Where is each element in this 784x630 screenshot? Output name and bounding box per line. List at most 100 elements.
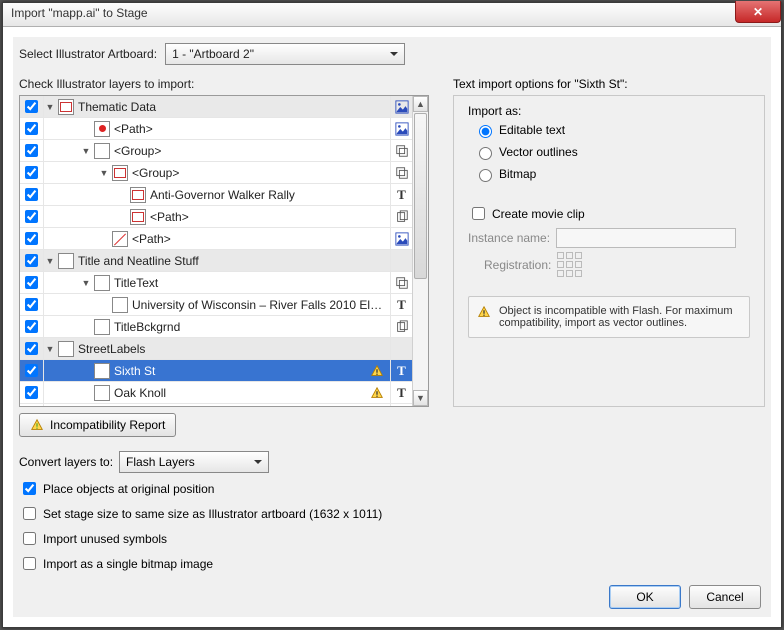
row-type-icon: T — [390, 382, 412, 403]
tree-row[interactable]: ▼ Title and Neatline Stuff — [20, 250, 412, 272]
artboard-dropdown[interactable]: 1 - "Artboard 2" — [165, 43, 405, 65]
tree-scrollbar[interactable]: ▲ ▼ — [412, 96, 428, 406]
row-type-icon — [390, 228, 412, 249]
row-type-icon — [390, 250, 412, 271]
row-content: Oak Knoll — [44, 382, 390, 403]
import-as-radios: Editable text Vector outlines Bitmap — [474, 122, 578, 182]
row-checkbox[interactable] — [25, 122, 38, 135]
layer-type-icon — [130, 209, 146, 225]
row-checkbox[interactable] — [25, 210, 38, 223]
radio-editable-text[interactable]: Editable text — [474, 122, 578, 138]
scroll-thumb[interactable] — [414, 113, 427, 279]
row-label: StreetLabels — [78, 342, 386, 356]
tree-row[interactable]: ▼ <Group> — [20, 162, 412, 184]
expander-icon — [80, 387, 92, 399]
convert-label: Convert layers to: — [19, 455, 113, 469]
layer-type-icon — [58, 341, 74, 357]
create-movie-clip-check[interactable] — [472, 207, 485, 220]
tree-row[interactable]: Third StT — [20, 404, 412, 406]
row-checkbox[interactable] — [25, 342, 38, 355]
warning-icon — [368, 386, 386, 400]
row-checkbox[interactable] — [25, 166, 38, 179]
opt-single-bitmap-check[interactable] — [23, 557, 36, 570]
row-label: Anti-Governor Walker Rally — [150, 188, 386, 202]
opt-place-original-check[interactable] — [23, 482, 36, 495]
cancel-button[interactable]: Cancel — [689, 585, 761, 609]
radio-bitmap-input[interactable] — [479, 169, 492, 182]
tree-row[interactable]: ▼Thematic Data — [20, 96, 412, 118]
opt-set-stage[interactable]: Set stage size to same size as Illustrat… — [19, 504, 382, 523]
opt-place-original[interactable]: Place objects at original position — [19, 479, 382, 498]
expander-icon[interactable]: ▼ — [98, 167, 110, 179]
radio-editable-text-input[interactable] — [479, 125, 492, 138]
tree-row[interactable]: Oak KnollT — [20, 382, 412, 404]
row-checkbox[interactable] — [25, 386, 38, 399]
ok-button[interactable]: OK — [609, 585, 681, 609]
row-checkbox-cell — [20, 404, 44, 406]
expander-icon — [98, 299, 110, 311]
tree-row[interactable]: ▼ <Group> — [20, 140, 412, 162]
row-label: Title and Neatline Stuff — [78, 254, 386, 268]
row-type-icon — [390, 118, 412, 139]
row-type-icon — [390, 316, 412, 337]
row-checkbox[interactable] — [25, 254, 38, 267]
warning-icon — [477, 305, 491, 319]
tree-row[interactable]: <Path> — [20, 118, 412, 140]
row-checkbox[interactable] — [25, 320, 38, 333]
row-label: <Group> — [132, 166, 386, 180]
tree-row[interactable]: University of Wisconsin – River Falls 20… — [20, 294, 412, 316]
row-type-icon — [390, 96, 412, 117]
scroll-track[interactable] — [413, 113, 428, 389]
expander-icon[interactable]: ▼ — [44, 343, 56, 355]
opt-unused-check[interactable] — [23, 532, 36, 545]
expander-icon — [98, 233, 110, 245]
opt-set-stage-check[interactable] — [23, 507, 36, 520]
instance-name-field — [556, 228, 736, 248]
expander-icon — [116, 211, 128, 223]
row-checkbox[interactable] — [25, 100, 38, 113]
create-movie-clip[interactable]: Create movie clip — [468, 204, 585, 223]
close-button[interactable]: ✕ — [735, 1, 781, 23]
expander-icon[interactable]: ▼ — [44, 101, 56, 113]
expander-icon[interactable]: ▼ — [80, 277, 92, 289]
tree-row[interactable]: <Path> — [20, 228, 412, 250]
opt-unused[interactable]: Import unused symbols — [19, 529, 382, 548]
right-panel: Import as: Editable text Vector outlines… — [453, 95, 765, 407]
row-checkbox[interactable] — [25, 232, 38, 245]
row-checkbox-cell — [20, 118, 44, 139]
row-label: <Group> — [114, 144, 386, 158]
scroll-up-arrow[interactable]: ▲ — [413, 96, 428, 112]
row-checkbox[interactable] — [25, 298, 38, 311]
incompatibility-report-button[interactable]: Incompatibility Report — [19, 413, 176, 437]
layer-tree: ▼Thematic Data<Path>▼<Group>▼<Group>Anti… — [19, 95, 429, 407]
radio-vector-outlines[interactable]: Vector outlines — [474, 144, 578, 160]
radio-vector-outlines-input[interactable] — [479, 147, 492, 160]
layer-type-icon — [112, 297, 128, 313]
row-checkbox[interactable] — [25, 144, 38, 157]
radio-bitmap[interactable]: Bitmap — [474, 166, 578, 182]
dialog-body: Select Illustrator Artboard: 1 - "Artboa… — [13, 37, 771, 617]
registration-label: Registration: — [484, 258, 551, 272]
expander-icon[interactable]: ▼ — [80, 145, 92, 157]
tree-row[interactable]: <Path> — [20, 206, 412, 228]
tree-row[interactable]: TitleBckgrnd — [20, 316, 412, 338]
row-checkbox-cell — [20, 184, 44, 205]
row-checkbox[interactable] — [25, 188, 38, 201]
row-content: Anti-Governor Walker Rally — [44, 184, 390, 205]
tree-row[interactable]: Anti-Governor Walker RallyT — [20, 184, 412, 206]
scroll-down-arrow[interactable]: ▼ — [413, 390, 428, 406]
layer-type-icon — [58, 99, 74, 115]
row-type-icon: T — [390, 294, 412, 315]
import-options: Place objects at original position Set s… — [19, 479, 382, 573]
convert-dropdown[interactable]: Flash Layers — [119, 451, 269, 473]
opt-single-bitmap[interactable]: Import as a single bitmap image — [19, 554, 382, 573]
row-checkbox[interactable] — [25, 364, 38, 377]
tree-row[interactable]: ▼ StreetLabels — [20, 338, 412, 360]
row-checkbox[interactable] — [25, 276, 38, 289]
layer-tree-rows: ▼Thematic Data<Path>▼<Group>▼<Group>Anti… — [20, 96, 412, 406]
tree-row[interactable]: Sixth StT — [20, 360, 412, 382]
row-label: TitleBckgrnd — [114, 320, 386, 334]
layer-type-icon — [94, 319, 110, 335]
tree-row[interactable]: ▼TitleText — [20, 272, 412, 294]
expander-icon[interactable]: ▼ — [44, 255, 56, 267]
